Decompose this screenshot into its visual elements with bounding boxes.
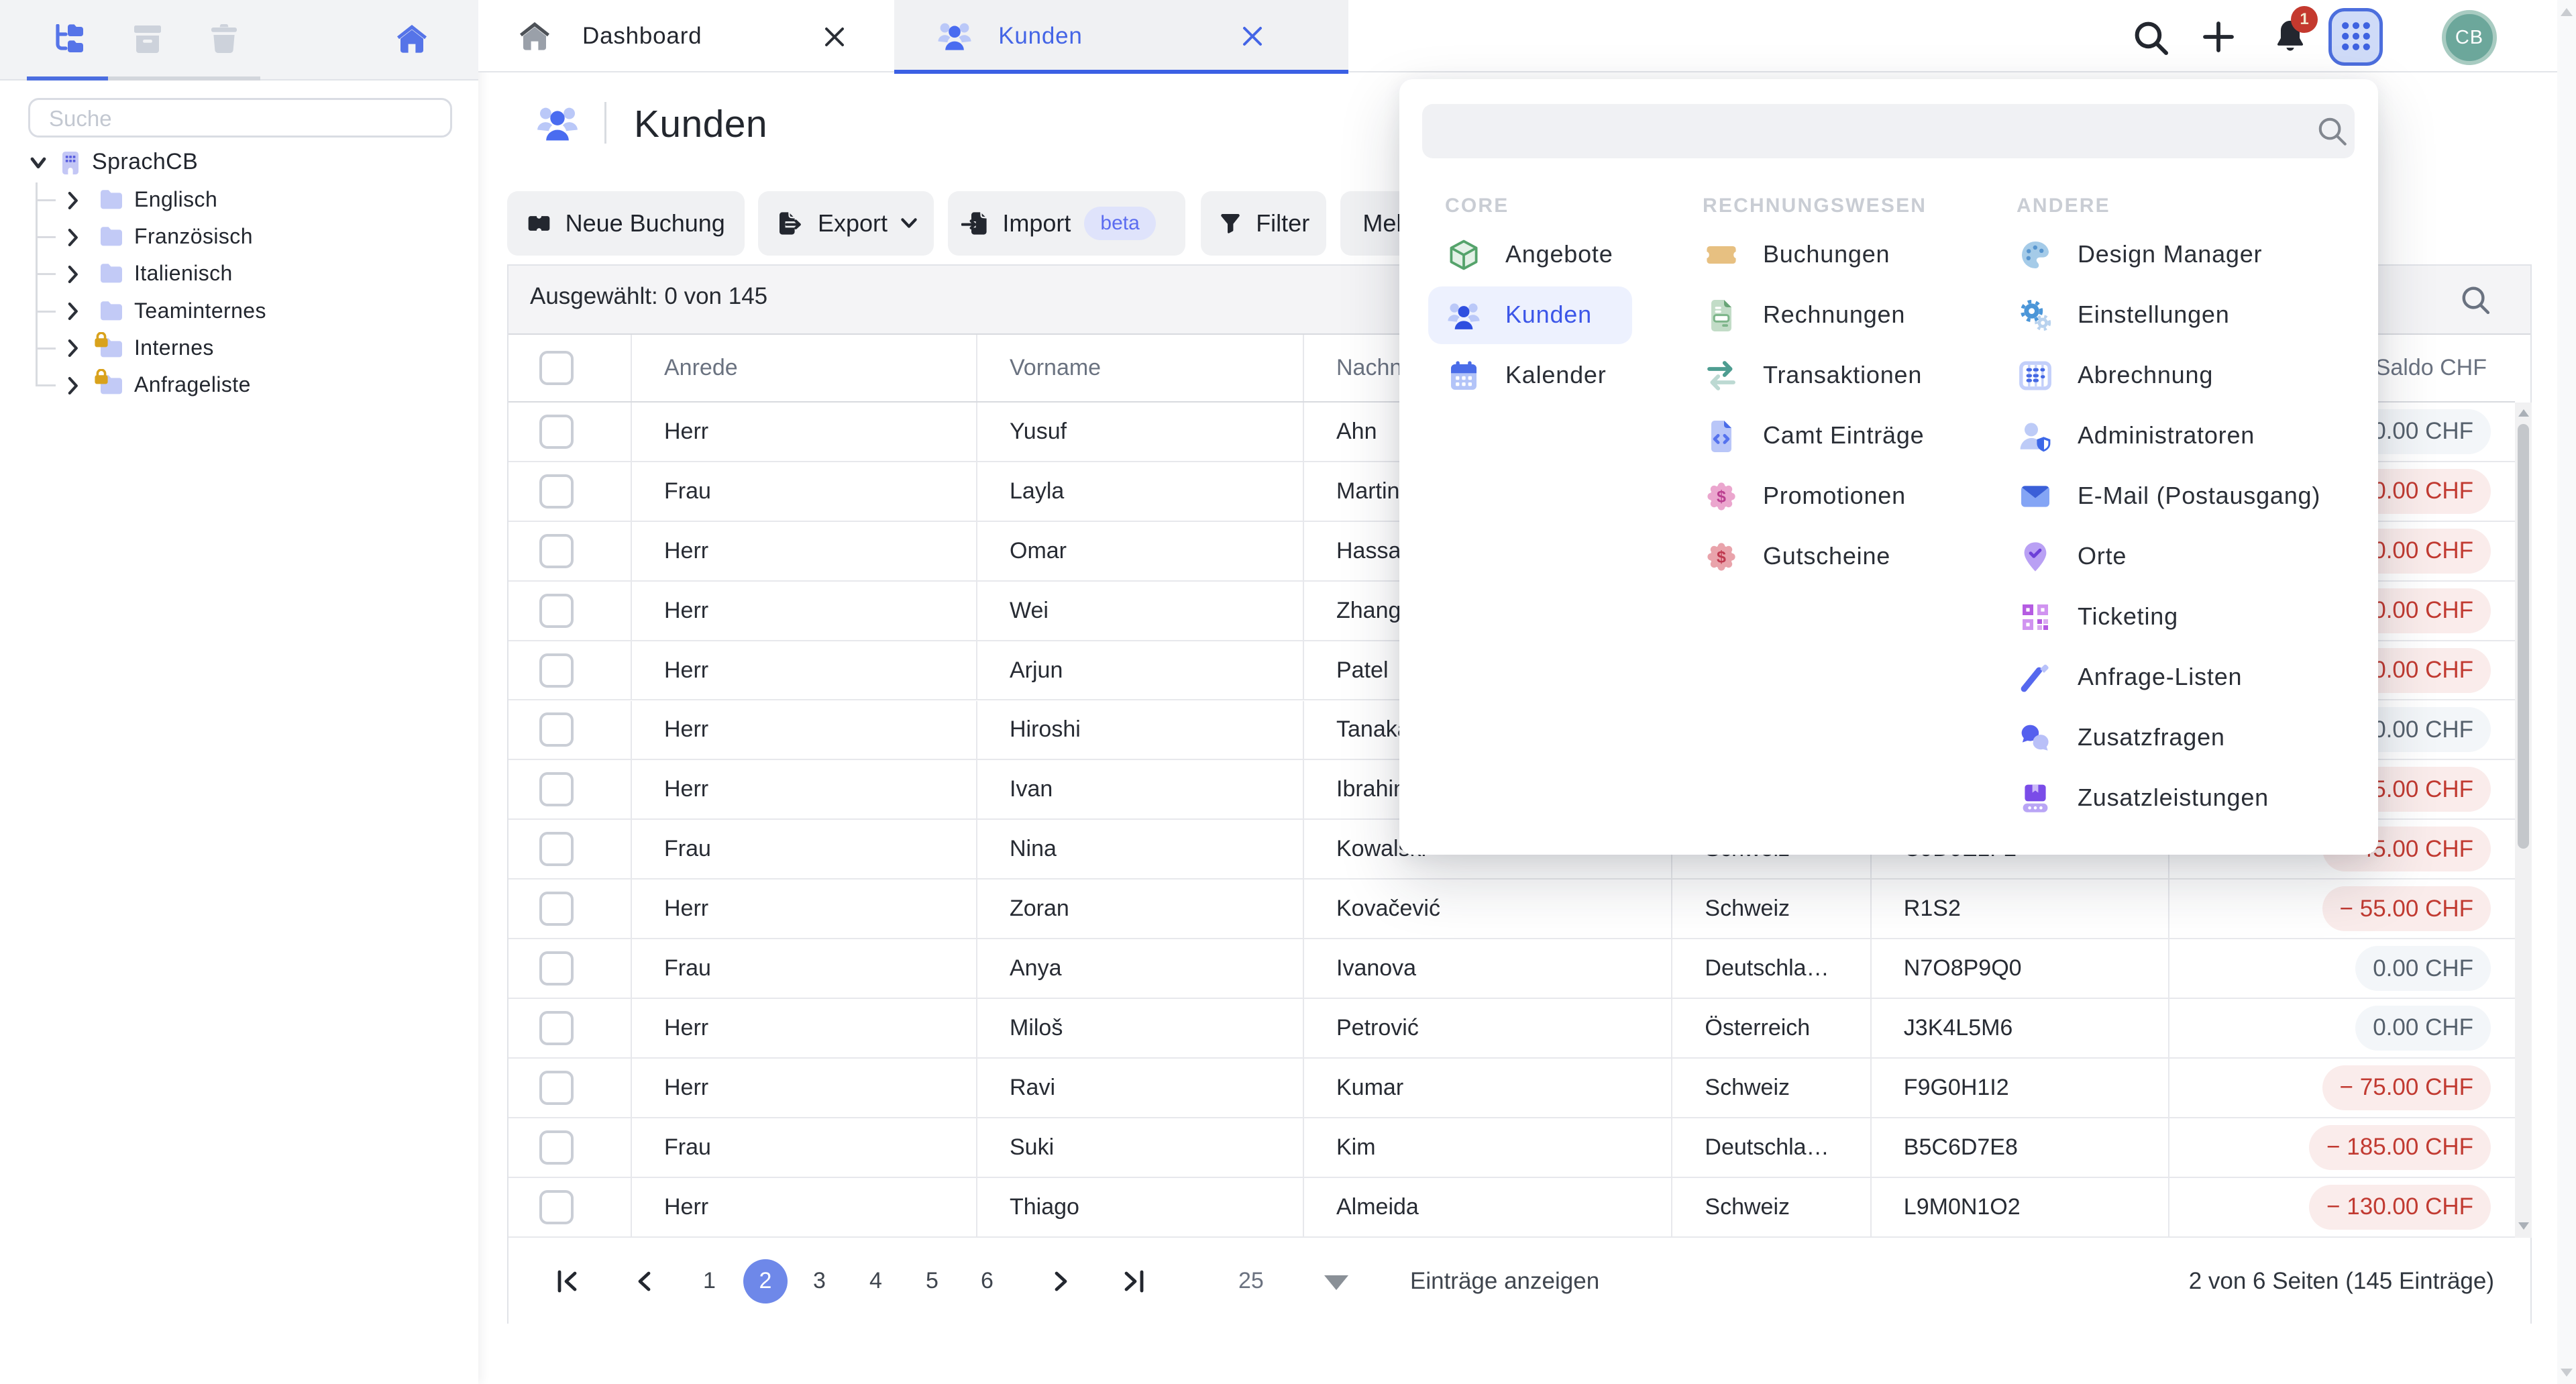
svg-text:$: $ [1717,487,1726,506]
svg-text:$: $ [1717,547,1726,566]
